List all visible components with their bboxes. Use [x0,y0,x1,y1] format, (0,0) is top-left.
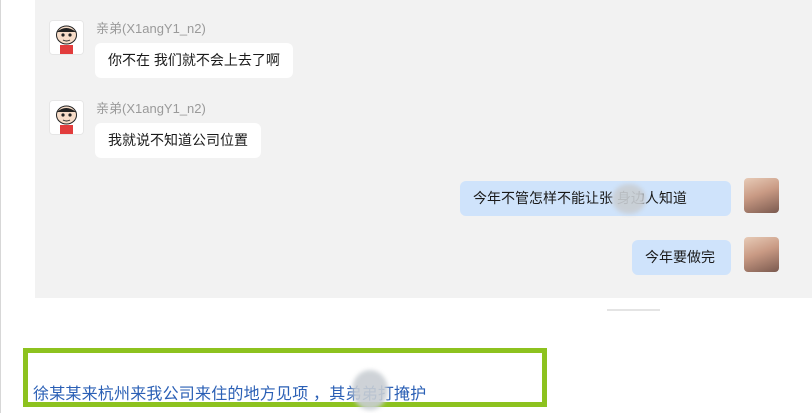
contact-avatar[interactable] [49,20,84,55]
message-sender: 亲弟(X1angY1_n2) [96,101,206,116]
contact-avatar[interactable] [49,100,84,135]
message-bubble-incoming[interactable]: 你不在 我们就不会上去了啊 [95,43,293,78]
message-bubble-outgoing[interactable]: 今年要做完 [632,240,731,275]
cartoon-boy-icon [50,21,83,54]
chat-history-panel[interactable]: 亲弟(X1angY1_n2) 你不在 我们就不会上去了啊 亲弟(X1angY1_… [35,0,812,298]
message-sender: 亲弟(X1angY1_n2) [96,21,206,36]
scroll-indicator [607,309,660,311]
message-bubble-incoming[interactable]: 我就说不知道公司位置 [95,123,261,158]
left-divider [0,0,1,413]
message-bubble-outgoing[interactable]: 今年不管怎样不能让张 身边人知道 [460,181,731,216]
redaction-blur [352,370,388,410]
user-avatar[interactable] [744,178,779,213]
cartoon-boy-icon [50,101,83,134]
user-avatar[interactable] [744,237,779,272]
redaction-blur [612,184,646,214]
